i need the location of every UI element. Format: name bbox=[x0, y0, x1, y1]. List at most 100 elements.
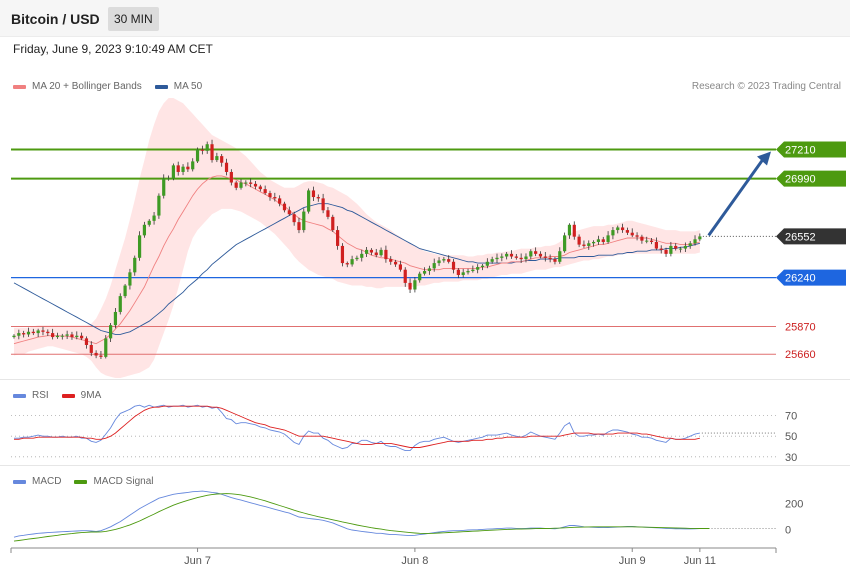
candle-body bbox=[268, 193, 272, 198]
candle-body bbox=[529, 251, 533, 257]
candle-body bbox=[17, 333, 21, 336]
candle-body bbox=[123, 285, 127, 297]
candle-body bbox=[461, 272, 465, 275]
candle-body bbox=[195, 149, 200, 162]
candle-body bbox=[500, 256, 504, 258]
chart-canvas[interactable]: 27210 26990 26552 26240 25870 25660 70 50 30 200 0… bbox=[0, 0, 850, 576]
candle-body bbox=[422, 271, 427, 274]
candle-body bbox=[563, 235, 567, 252]
candle-body bbox=[181, 166, 185, 172]
candle-body bbox=[480, 265, 485, 268]
candle-body bbox=[355, 257, 359, 260]
candle-body bbox=[133, 257, 137, 273]
forecast-arrow-shaft bbox=[707, 155, 767, 237]
candle-body bbox=[104, 338, 108, 357]
candle-body bbox=[596, 239, 601, 242]
candle-body bbox=[635, 235, 639, 237]
candle-body bbox=[630, 232, 634, 236]
candle-body bbox=[384, 249, 388, 260]
candle-body bbox=[113, 311, 118, 326]
candle-body bbox=[326, 210, 330, 217]
candle-body bbox=[278, 198, 282, 204]
candle-body bbox=[263, 189, 267, 194]
candle-body bbox=[186, 166, 190, 170]
candle-body bbox=[553, 259, 557, 262]
candle-body bbox=[413, 280, 417, 290]
candle-body bbox=[548, 257, 552, 260]
time-tick-label: Jun 7 bbox=[184, 555, 211, 567]
candle-body bbox=[364, 249, 369, 254]
candle-body bbox=[253, 183, 258, 187]
candle-body bbox=[466, 271, 470, 273]
macd-line bbox=[13, 490, 710, 538]
candle-body bbox=[321, 198, 325, 211]
level-label-26240: 26240 bbox=[785, 273, 816, 285]
candle-body bbox=[543, 256, 547, 258]
candle-body bbox=[171, 165, 175, 179]
level-label-27210: 27210 bbox=[785, 145, 816, 157]
candle-body bbox=[41, 330, 45, 332]
candle-body bbox=[297, 222, 301, 231]
candle-body bbox=[157, 195, 161, 216]
candle-body bbox=[36, 330, 40, 334]
candle-body bbox=[572, 224, 576, 237]
candle-body bbox=[669, 245, 673, 254]
candle-body bbox=[249, 182, 253, 184]
candle-body bbox=[350, 259, 354, 265]
candle-body bbox=[229, 171, 233, 183]
candle-body bbox=[471, 269, 475, 272]
candle-body bbox=[84, 338, 89, 345]
candle-body bbox=[678, 248, 683, 250]
candle-body bbox=[567, 224, 572, 236]
candle-body bbox=[224, 162, 229, 172]
candle-body bbox=[659, 248, 663, 250]
rsi-tick-50: 50 bbox=[785, 431, 797, 443]
candle-body bbox=[345, 263, 349, 265]
time-tick-label: Jun 11 bbox=[684, 555, 716, 567]
candle-body bbox=[432, 263, 436, 269]
candle-body bbox=[379, 249, 383, 256]
macd-tick-0: 0 bbox=[785, 524, 791, 536]
candle-body bbox=[514, 256, 518, 258]
candle-body bbox=[51, 333, 55, 338]
candle-body bbox=[447, 259, 451, 262]
candle-body bbox=[534, 251, 538, 254]
level-label-26990: 26990 bbox=[785, 174, 816, 186]
candle-body bbox=[398, 264, 402, 270]
candle-body bbox=[311, 190, 316, 198]
candle-body bbox=[31, 331, 35, 334]
candle-body bbox=[307, 190, 311, 212]
candle-body bbox=[649, 240, 654, 242]
candle-body bbox=[611, 230, 615, 236]
candle-body bbox=[645, 240, 649, 242]
candle-body bbox=[80, 335, 84, 339]
candle-body bbox=[625, 230, 630, 233]
candle-body bbox=[654, 241, 658, 249]
candle-body bbox=[698, 236, 702, 240]
current-price-label: 26552 bbox=[785, 231, 816, 243]
candle-body bbox=[490, 259, 494, 262]
candle-body bbox=[403, 269, 407, 283]
candle-body bbox=[683, 245, 687, 249]
candle-body bbox=[200, 149, 204, 151]
candle-body bbox=[94, 352, 98, 356]
candle-body bbox=[418, 273, 422, 281]
candle-body bbox=[369, 249, 374, 253]
candle-body bbox=[693, 239, 697, 244]
candle-body bbox=[451, 261, 456, 270]
candle-body bbox=[109, 325, 113, 339]
candle-body bbox=[524, 256, 528, 260]
candle-body bbox=[592, 241, 596, 244]
candle-body bbox=[287, 210, 291, 215]
candle-body bbox=[505, 253, 509, 257]
candle-body bbox=[374, 252, 378, 256]
candle-body bbox=[336, 230, 340, 246]
candle-body bbox=[89, 344, 93, 353]
candle-body bbox=[485, 261, 489, 266]
candle-body bbox=[234, 182, 238, 188]
candle-body bbox=[273, 197, 277, 199]
candle-body bbox=[46, 331, 50, 334]
candle-body bbox=[509, 253, 514, 257]
candle-body bbox=[137, 235, 142, 258]
rsi-ma-line bbox=[14, 405, 700, 448]
